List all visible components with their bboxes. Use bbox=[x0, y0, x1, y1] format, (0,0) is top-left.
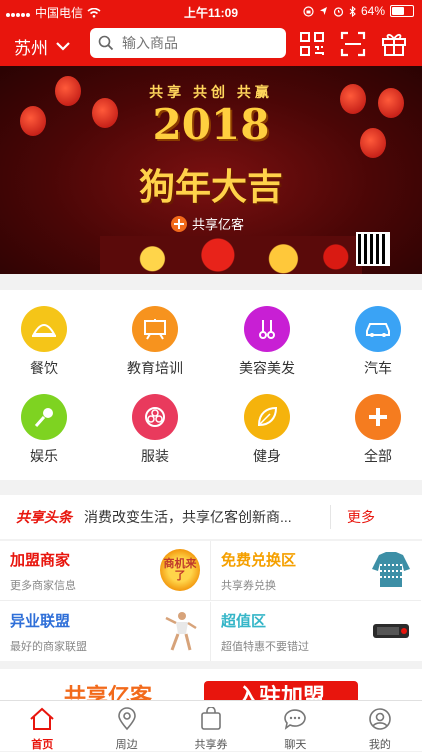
tab-chat[interactable]: 聊天 bbox=[253, 701, 337, 751]
category-beauty[interactable]: 美容美发 bbox=[227, 306, 307, 378]
join-ad-banner[interactable]: 共享亿客 入驻加盟 bbox=[0, 669, 422, 701]
gadget-image bbox=[373, 624, 409, 638]
category-grid: 餐饮 教育培训 美容美发 汽车 娱乐 服装 健身 全部 bbox=[0, 290, 422, 480]
alarm-icon bbox=[333, 6, 344, 17]
category-entertainment[interactable]: 娱乐 bbox=[4, 394, 84, 466]
dancer-image bbox=[165, 612, 197, 651]
headline-ticker[interactable]: 共享头条 消费改变生活，共享亿客创新商... 更多 bbox=[0, 495, 422, 539]
promo-value-zone[interactable]: 超值区 超值特惠不要错过 bbox=[211, 602, 421, 661]
clothing-icon bbox=[132, 394, 178, 440]
scan-icon[interactable] bbox=[339, 30, 367, 58]
banner-slogan: 共享 共创 共赢 bbox=[149, 84, 273, 100]
category-clothing[interactable]: 服装 bbox=[115, 394, 195, 466]
bluetooth-icon bbox=[349, 5, 356, 17]
ad-logo: 共享亿客 bbox=[64, 684, 153, 701]
coupon-bag-icon bbox=[201, 706, 221, 730]
gift-icon[interactable] bbox=[380, 30, 408, 58]
blackboard-icon bbox=[132, 306, 178, 352]
banner-brand: 共享亿客 bbox=[170, 214, 244, 233]
join-button[interactable]: 入驻加盟 bbox=[204, 681, 358, 701]
promo-join-merchants[interactable]: 加盟商家 更多商家信息 商机来了 bbox=[0, 541, 211, 601]
tab-nearby[interactable]: 周边 bbox=[84, 701, 168, 751]
location-pin-icon bbox=[117, 707, 136, 731]
promo-free-exchange[interactable]: 免费兑换区 共享券兑换 bbox=[211, 541, 421, 601]
search-box[interactable] bbox=[90, 28, 286, 58]
promo-banner[interactable]: 共享 共创 共赢 2018 狗年大吉 共享亿客 bbox=[0, 66, 422, 274]
sweater-image bbox=[372, 552, 410, 587]
top-header: 苏州 bbox=[0, 22, 422, 66]
microphone-icon bbox=[21, 394, 67, 440]
user-icon bbox=[369, 708, 391, 730]
headline-text[interactable]: 消费改变生活，共享亿客创新商... bbox=[84, 507, 316, 527]
banner-qr-code bbox=[356, 232, 390, 266]
promo-alliance[interactable]: 异业联盟 最好的商家联盟 bbox=[0, 602, 211, 661]
headline-tag: 共享头条 bbox=[16, 509, 72, 525]
tab-home[interactable]: 首页 bbox=[0, 701, 84, 751]
category-all[interactable]: 全部 bbox=[338, 394, 418, 466]
city-label: 苏州 bbox=[14, 39, 48, 58]
bottom-tab-bar: 首页 周边 共享券 聊天 我的 bbox=[0, 700, 422, 751]
home-icon bbox=[30, 707, 54, 730]
search-input[interactable] bbox=[120, 34, 274, 52]
qr-code-icon[interactable] bbox=[298, 30, 326, 58]
divider bbox=[330, 505, 331, 529]
more-link[interactable]: 更多 bbox=[347, 507, 375, 527]
category-fitness[interactable]: 健身 bbox=[227, 394, 307, 466]
battery-icon bbox=[390, 5, 414, 17]
plus-icon bbox=[355, 394, 401, 440]
city-selector[interactable]: 苏州 bbox=[14, 34, 70, 59]
lock-rotation-icon bbox=[303, 5, 314, 17]
category-education[interactable]: 教育培训 bbox=[115, 306, 195, 378]
banner-year: 2018 bbox=[152, 100, 270, 149]
dish-cover-icon bbox=[21, 306, 67, 352]
search-icon bbox=[98, 35, 114, 51]
car-icon bbox=[355, 306, 401, 352]
flowers-decoration bbox=[100, 236, 362, 274]
location-arrow-icon bbox=[319, 7, 327, 15]
tab-coupons[interactable]: 共享券 bbox=[169, 701, 253, 751]
category-catering[interactable]: 餐饮 bbox=[4, 306, 84, 378]
chevron-down-icon bbox=[56, 42, 70, 51]
promo-section: 加盟商家 更多商家信息 商机来了 免费兑换区 共享券兑换 异业联盟 最好的商家联… bbox=[0, 541, 422, 661]
leaf-icon bbox=[244, 394, 290, 440]
scissors-comb-icon bbox=[244, 306, 290, 352]
battery-percent: 64% bbox=[360, 4, 385, 18]
brand-logo-icon bbox=[171, 215, 187, 232]
status-bar: 中国电信 上午11:09 64% bbox=[0, 0, 422, 22]
chat-bubble-icon bbox=[284, 709, 307, 730]
category-car[interactable]: 汽车 bbox=[338, 306, 418, 378]
tab-me[interactable]: 我的 bbox=[338, 701, 422, 751]
banner-blessing: 狗年大吉 bbox=[138, 166, 283, 208]
opportunity-badge: 商机来了 bbox=[160, 549, 200, 591]
